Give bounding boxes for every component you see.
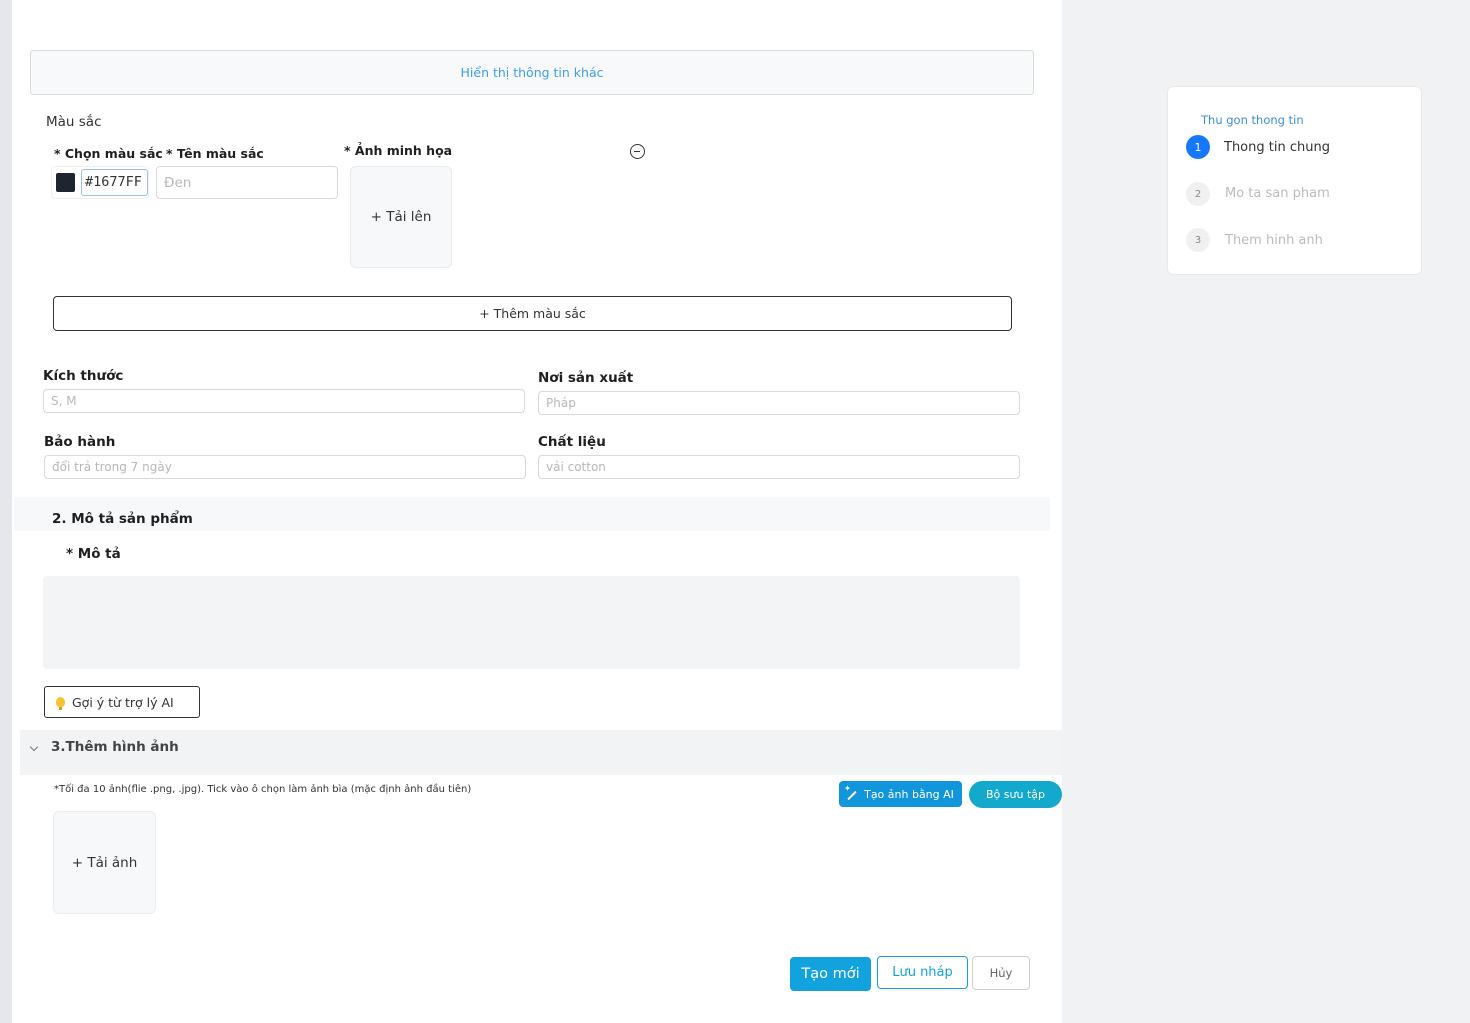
step-1-label[interactable]: Thong tin chung xyxy=(1224,140,1330,155)
warranty-input[interactable]: đổi trả trong 7 ngày xyxy=(44,455,526,479)
show-more-info-button[interactable]: Hiển thị thông tin khác xyxy=(30,50,1034,95)
step-2-label[interactable]: Mo ta san pham xyxy=(1225,186,1330,201)
lightbulb-icon xyxy=(56,697,65,710)
step-3-number[interactable]: 3 xyxy=(1186,228,1210,252)
ai-image-button[interactable]: Tạo ảnh bằng AI xyxy=(839,781,962,807)
left-edge-strip xyxy=(0,0,12,1023)
table-of-contents: Thu gon thong tin 1 Thong tin chung 2 Mo… xyxy=(1167,86,1422,275)
color-swatch[interactable] xyxy=(56,173,75,192)
size-input[interactable]: S, M xyxy=(43,389,525,413)
add-color-label: + Thêm màu sắc xyxy=(479,306,586,321)
material-label: Chất liệu xyxy=(538,434,606,450)
step-1-number[interactable]: 1 xyxy=(1186,135,1210,159)
ai-image-label: Tạo ảnh bằng AI xyxy=(864,787,954,801)
add-color-button[interactable]: + Thêm màu sắc xyxy=(53,296,1012,331)
create-button[interactable]: Tạo mới xyxy=(790,957,871,991)
image-upload-note: *Tối đa 10 ảnh(flie .png, .jpg). Tick và… xyxy=(54,784,472,795)
cancel-label: Hủy xyxy=(989,966,1013,980)
hex-color-input[interactable]: #1677FF xyxy=(81,169,148,196)
upload-image-label: + Tải ảnh xyxy=(71,854,138,871)
material-input[interactable]: vải cotton xyxy=(538,455,1020,479)
show-more-info-label: Hiển thị thông tin khác xyxy=(460,65,604,80)
pick-color-label: * Chọn màu sắc xyxy=(54,146,163,161)
remove-color-icon[interactable] xyxy=(630,144,645,159)
collapse-info-link[interactable]: Thu gon thong tin xyxy=(1201,113,1304,127)
illustration-label: * Ảnh minh họa xyxy=(344,143,453,158)
save-draft-button[interactable]: Lưu nháp xyxy=(877,956,968,989)
size-label: Kích thước xyxy=(43,368,124,384)
cancel-button[interactable]: Hủy xyxy=(972,956,1030,990)
section-description-title: 2. Mô tả sản phẩm xyxy=(52,511,193,527)
color-name-input[interactable]: Đen xyxy=(156,166,338,199)
origin-input[interactable]: Pháp xyxy=(538,391,1020,415)
magic-wand-icon xyxy=(844,784,858,800)
section-images-title: 3.Thêm hình ảnh xyxy=(51,739,179,755)
origin-placeholder: Pháp xyxy=(546,396,576,410)
ai-suggest-button[interactable]: Gợi ý từ trợ lý AI xyxy=(44,686,200,718)
warranty-label: Bảo hành xyxy=(44,434,116,450)
color-picker[interactable]: #1677FF xyxy=(51,166,149,199)
gallery-button[interactable]: Bộ sưu tập xyxy=(969,781,1062,808)
color-name-label: * Tên màu sắc xyxy=(166,146,264,161)
color-section-title: Màu sắc xyxy=(46,114,102,130)
color-name-placeholder: Đen xyxy=(164,174,192,191)
illustration-upload[interactable]: + Tải lên xyxy=(350,166,452,268)
origin-label: Nơi sản xuất xyxy=(538,370,634,386)
step-3-label[interactable]: Them hinh anh xyxy=(1225,233,1323,248)
ai-suggest-label: Gợi ý từ trợ lý AI xyxy=(72,694,174,710)
description-textarea[interactable] xyxy=(43,576,1020,669)
chevron-down-icon[interactable] xyxy=(29,742,39,752)
warranty-placeholder: đổi trả trong 7 ngày xyxy=(52,460,172,474)
section-images-header[interactable]: 3.Thêm hình ảnh xyxy=(20,730,1062,775)
size-placeholder: S, M xyxy=(51,394,77,408)
gallery-label: Bộ sưu tập xyxy=(986,788,1045,801)
upload-label: + Tải lên xyxy=(370,209,432,225)
image-upload[interactable]: + Tải ảnh xyxy=(53,811,156,914)
create-label: Tạo mới xyxy=(801,966,860,982)
material-placeholder: vải cotton xyxy=(546,460,606,474)
product-form: Hiển thị thông tin khác Màu sắc * Chọn m… xyxy=(12,0,1062,1023)
draft-label: Lưu nháp xyxy=(892,965,953,980)
description-label: * Mô tả xyxy=(66,546,121,562)
step-2-number[interactable]: 2 xyxy=(1186,182,1210,206)
